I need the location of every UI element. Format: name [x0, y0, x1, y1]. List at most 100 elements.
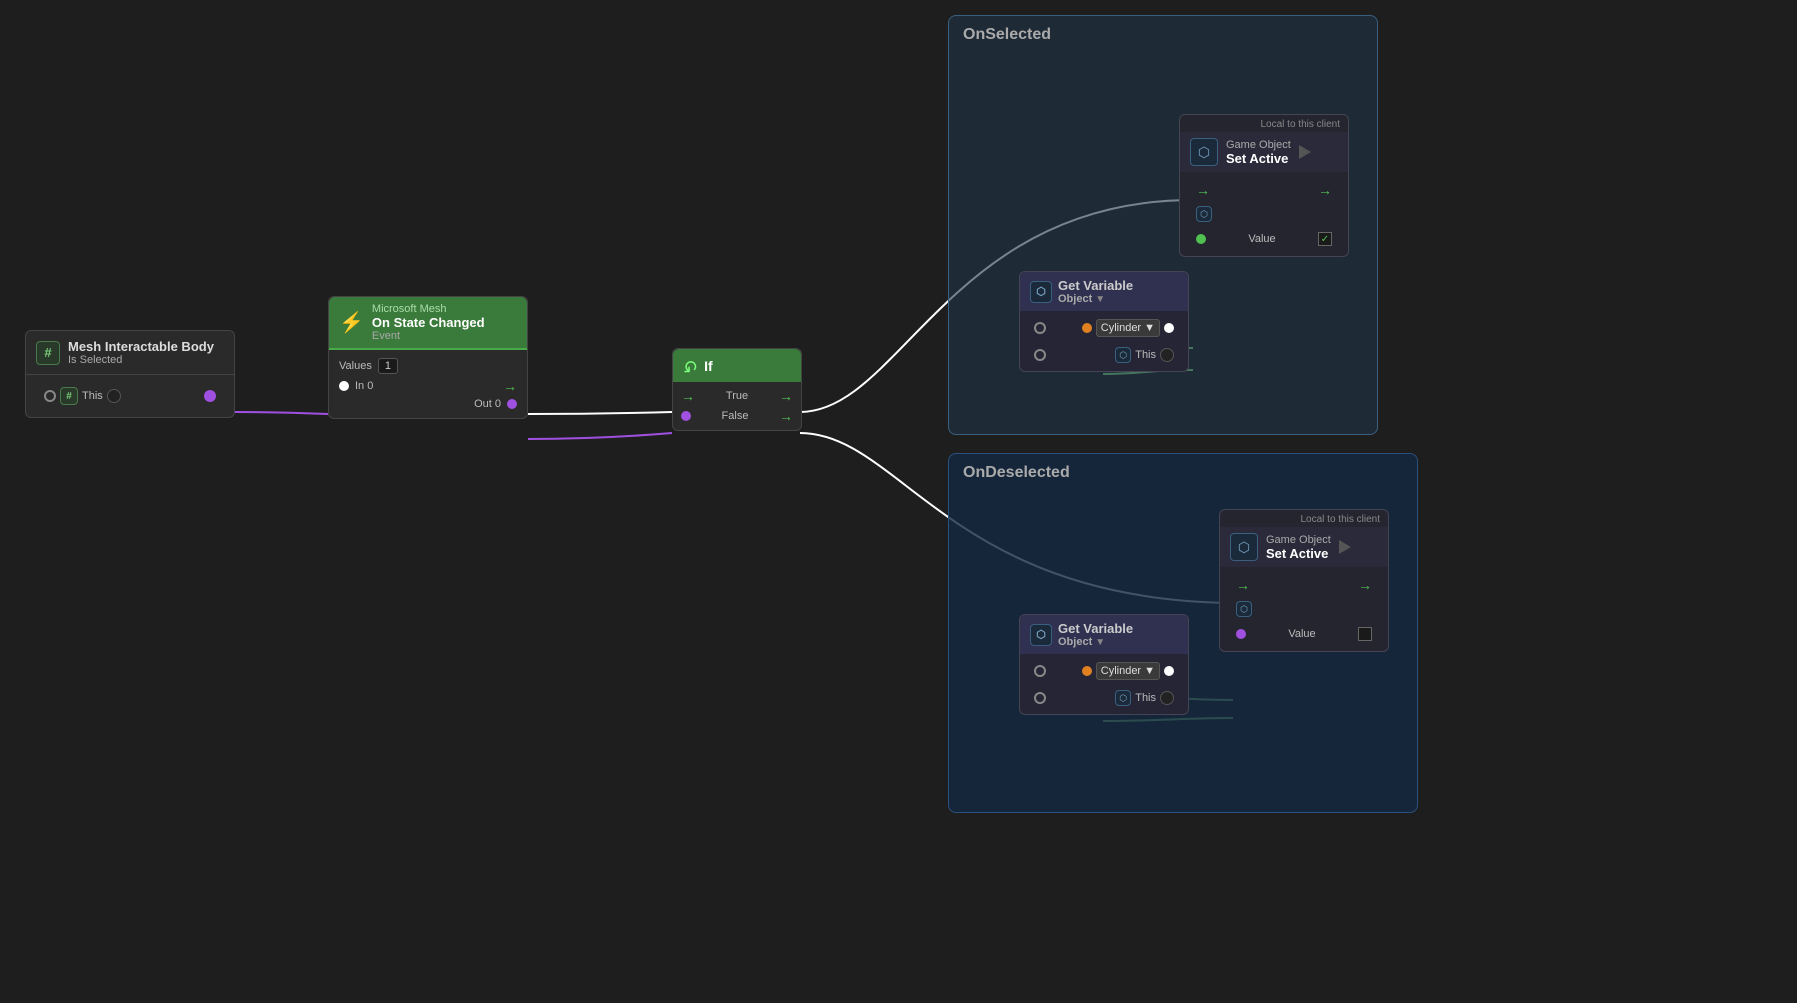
mesh-interactable-header: # Mesh Interactable Body Is Selected: [26, 331, 234, 375]
if-false-right-arrow: →: [779, 408, 793, 424]
mesh-this-dot: [107, 389, 121, 403]
setactive2-obj-icon: ⬡: [1236, 601, 1252, 617]
getvar1-body: Cylinder ▼ ⬡ This: [1020, 311, 1188, 371]
msm-title: On State Changed: [372, 315, 485, 330]
setactive1-out-arrow: →: [1318, 182, 1332, 198]
setactive2-out-arrow: →: [1358, 577, 1372, 593]
getvar2-orange-port: [1082, 666, 1092, 676]
getvar1-type: Object: [1058, 293, 1092, 305]
getvar1-orange-port: [1082, 323, 1092, 333]
lightning-icon: ⚡: [339, 310, 364, 335]
ondeselected-setactive-node: Local to this client ⬡ Game Object Set A…: [1219, 509, 1389, 652]
onselected-setactive-header: ⬡ Game Object Set Active: [1180, 132, 1348, 172]
getvar2-this-label: This: [1135, 692, 1156, 704]
getvar2-port1: [1034, 665, 1046, 677]
msm-out-port: [507, 399, 517, 409]
values-label: Values: [339, 360, 372, 372]
if-true-left-arrow: →: [681, 388, 695, 404]
getvar2-title: Get Variable: [1058, 621, 1133, 636]
microsoft-mesh-node: ⚡ Microsoft Mesh On State Changed Event …: [328, 296, 528, 419]
setactive2-value-label: Value: [1288, 628, 1315, 640]
msm-in-port: [339, 381, 349, 391]
getvar1-cylinder-arrow: ▼: [1144, 322, 1155, 334]
getvar2-type: Object: [1058, 636, 1092, 648]
getvar1-this-dot: [1160, 348, 1174, 362]
onselected-label: OnSelected: [949, 16, 1377, 54]
setactive1-label2: Set Active: [1226, 151, 1291, 166]
mesh-this-icon: #: [60, 387, 78, 405]
setactive2-label2: Set Active: [1266, 546, 1331, 561]
setactive2-body: → → ⬡ Value: [1220, 567, 1388, 651]
msm-subtitle: Event: [372, 330, 485, 342]
getvar1-dropdown-arrow[interactable]: ▼: [1095, 294, 1105, 305]
ondeselected-getvar-node: ⬡ Get Variable Object ▼: [1019, 614, 1189, 715]
ondeselected-setactive-header: ⬡ Game Object Set Active: [1220, 527, 1388, 567]
setactive1-icon: ⬡: [1190, 138, 1218, 166]
getvar1-this-label: This: [1135, 349, 1156, 361]
setactive1-body: → → ⬡ Value ✓: [1180, 172, 1348, 256]
if-node: ↻ If → True → False →: [672, 348, 802, 431]
ondeselected-container: OnDeselected ⬡ Get Variable Object ▼: [948, 453, 1418, 813]
setactive1-value-label: Value: [1248, 233, 1275, 245]
getvar1-title: Get Variable: [1058, 278, 1133, 293]
onselected-container: OnSelected ⬡ Get Variable Object ▼: [948, 15, 1378, 435]
if-title: If: [704, 358, 713, 374]
getvar1-box-icon: ⬡: [1115, 347, 1131, 363]
getvar2-box-icon: ⬡: [1115, 690, 1131, 706]
microsoft-mesh-header: ⚡ Microsoft Mesh On State Changed Event: [329, 297, 527, 350]
mesh-body: # This: [26, 375, 234, 417]
getvar1-white-port: [1164, 323, 1174, 333]
getvar2-cylinder-dropdown[interactable]: Cylinder ▼: [1096, 662, 1160, 680]
msm-body: Values 1 In 0 → Out 0: [329, 350, 527, 418]
ondeselected-getvar-header: ⬡ Get Variable Object ▼: [1020, 615, 1188, 654]
msm-arrow-right: →: [503, 378, 517, 394]
getvar2-cylinder-arrow: ▼: [1144, 665, 1155, 677]
setactive1-green-port: [1196, 234, 1206, 244]
mesh-this-label: This: [82, 390, 103, 402]
refresh-icon: ↻: [683, 355, 698, 376]
getvar1-port1: [1034, 322, 1046, 334]
getvar-icon-2: ⬡: [1030, 624, 1052, 646]
values-count: 1: [378, 358, 398, 374]
ondeselected-label: OnDeselected: [949, 454, 1417, 492]
company-label: Microsoft Mesh: [372, 303, 485, 315]
ondeselected-local-label: Local to this client: [1220, 510, 1388, 527]
mesh-interactable-node: # Mesh Interactable Body Is Selected # T…: [25, 330, 235, 418]
getvar2-cylinder-label: Cylinder: [1101, 665, 1141, 677]
getvar2-white-port: [1164, 666, 1174, 676]
getvar1-cylinder-label: Cylinder: [1101, 322, 1141, 334]
setactive2-play: [1339, 540, 1351, 554]
setactive2-purple-port: [1236, 629, 1246, 639]
getvar2-body: Cylinder ▼ ⬡ This: [1020, 654, 1188, 714]
msm-in-label: In 0: [355, 380, 373, 392]
setactive2-label1: Game Object: [1266, 534, 1331, 546]
getvar2-dropdown-arrow[interactable]: ▼: [1095, 637, 1105, 648]
if-false-label: False: [722, 410, 749, 422]
onselected-getvar-node: ⬡ Get Variable Object ▼: [1019, 271, 1189, 372]
setactive2-in-arrow: →: [1236, 577, 1250, 593]
setactive2-icon: ⬡: [1230, 533, 1258, 561]
getvar2-port2: [1034, 692, 1046, 704]
setactive1-label1: Game Object: [1226, 139, 1291, 151]
getvar1-cylinder-dropdown[interactable]: Cylinder ▼: [1096, 319, 1160, 337]
setactive1-in-arrow: →: [1196, 182, 1210, 198]
mesh-title: Mesh Interactable Body: [68, 339, 214, 354]
hash-icon: #: [36, 341, 60, 365]
mesh-out-port: [204, 390, 216, 402]
msm-out-label: Out 0: [474, 398, 501, 410]
onselected-local-label: Local to this client: [1180, 115, 1348, 132]
if-true-right-arrow: →: [779, 388, 793, 404]
setactive1-play: [1299, 145, 1311, 159]
setactive1-obj-icon: ⬡: [1196, 206, 1212, 222]
setactive1-checkbox[interactable]: ✓: [1318, 232, 1332, 246]
onselected-getvar-header: ⬡ Get Variable Object ▼: [1020, 272, 1188, 311]
if-body: → True → False →: [673, 382, 801, 430]
onselected-setactive-node: Local to this client ⬡ Game Object Set A…: [1179, 114, 1349, 257]
if-true-label: True: [726, 390, 748, 402]
mesh-in-port: [44, 390, 56, 402]
getvar2-this-dot: [1160, 691, 1174, 705]
getvar-icon-1: ⬡: [1030, 281, 1052, 303]
getvar1-port2: [1034, 349, 1046, 361]
setactive2-checkbox[interactable]: [1358, 627, 1372, 641]
if-header: ↻ If: [673, 349, 801, 382]
